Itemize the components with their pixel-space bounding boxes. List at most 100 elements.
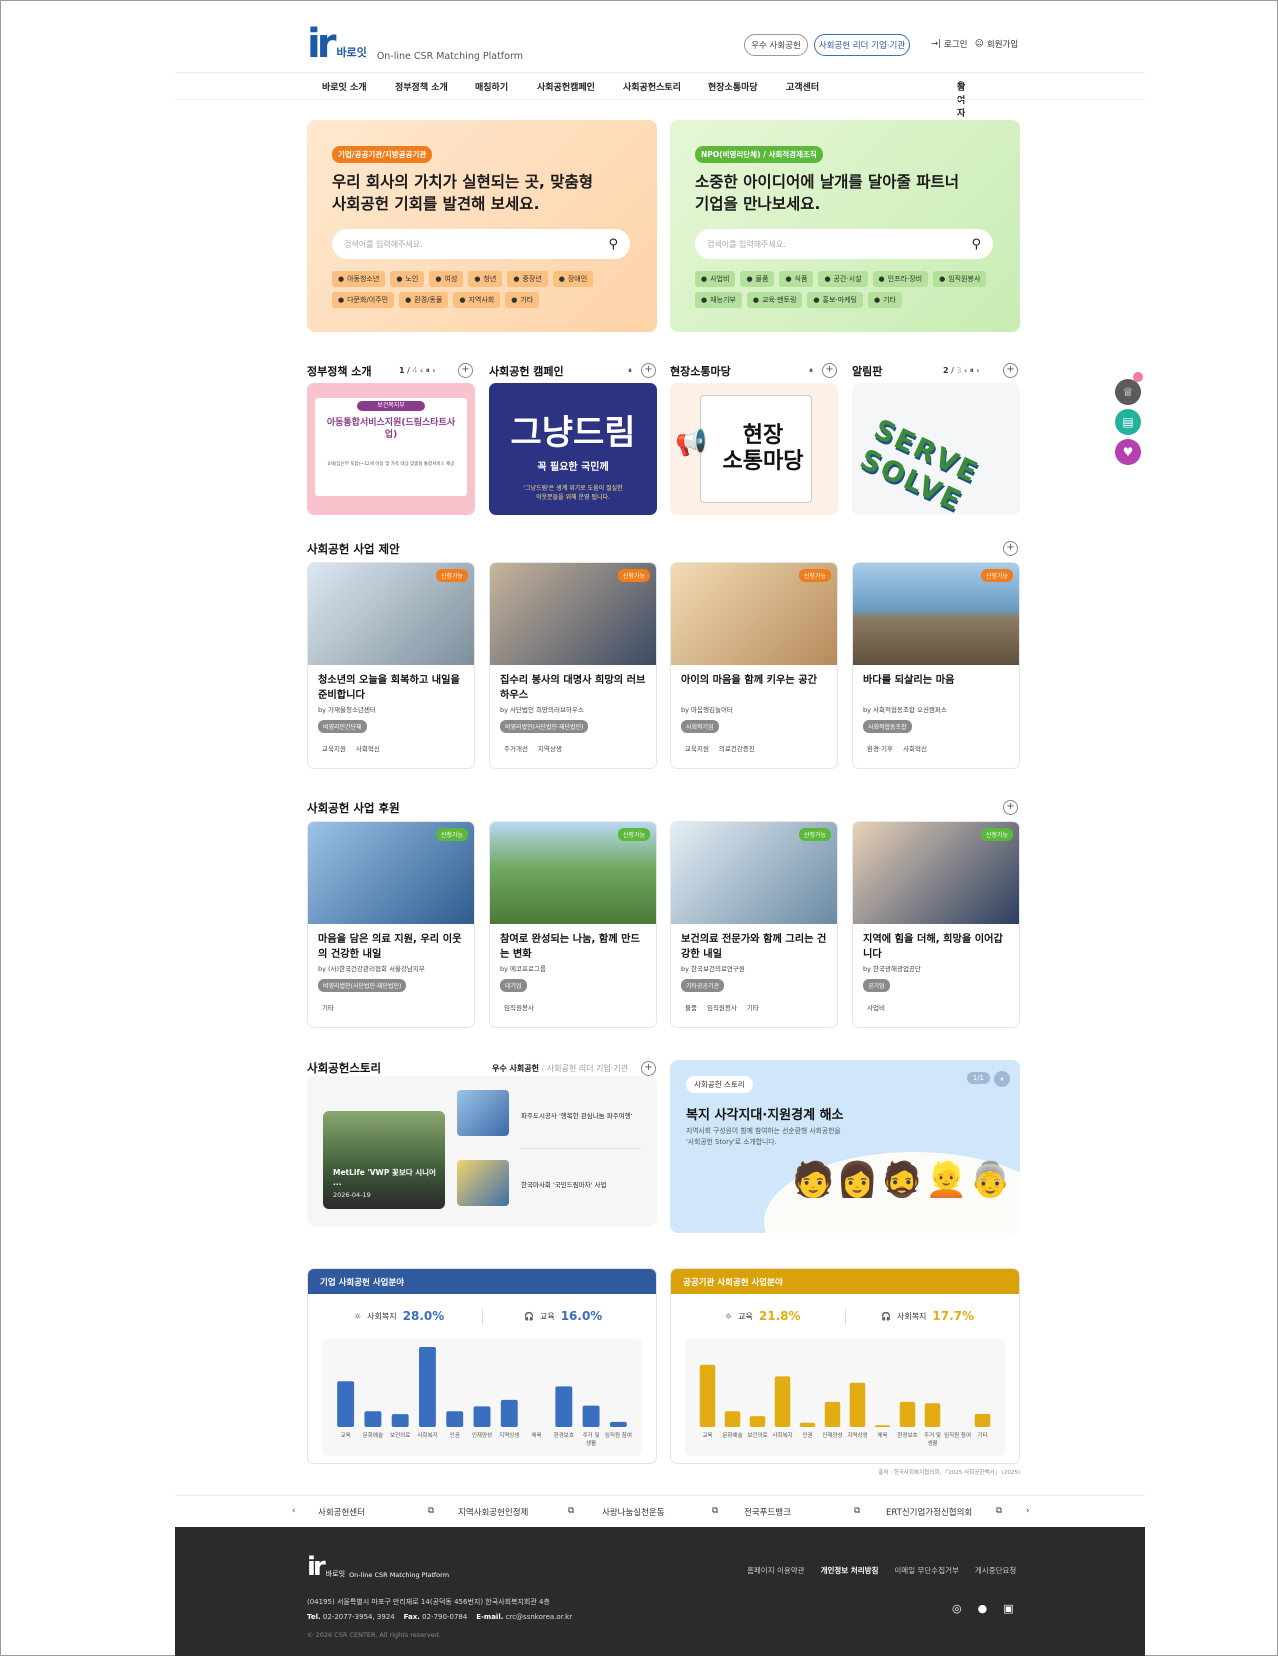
chip-community[interactable]: ● 지역사회 bbox=[453, 292, 501, 308]
chip-mentoring[interactable]: ● 교육·멘토링 bbox=[746, 292, 803, 308]
chat-icon[interactable]: ▣ bbox=[1003, 1602, 1013, 1615]
story-thumb[interactable] bbox=[457, 1160, 509, 1206]
site-logo[interactable]: ir 바로잇 On-line CSR Matching Platform bbox=[307, 24, 523, 64]
story-banner[interactable]: 사회공헌 스토리 1/1 ⏸ 복지 사각지대·지원경계 해소 지역사회 구성원이… bbox=[670, 1060, 1020, 1233]
campaign-tile[interactable]: 그냥드림 꼭 필요한 국민께 '그냥드림'은 생계 위기로 도움이 절실한 이웃분… bbox=[489, 383, 657, 515]
campaign-pause-icon[interactable]: ⏸ bbox=[628, 366, 632, 376]
card-title: 청소년의 오늘을 회복하고 내일을 준비합니다 bbox=[318, 675, 460, 701]
chart-tick-label: 임직원 참여 bbox=[605, 1431, 632, 1439]
related-link[interactable]: ERT신기업가정신협의회 bbox=[886, 1506, 972, 1518]
story-main-image[interactable]: MetLife 'VWP 꽃보다 시니어 ... 2026-04-19 bbox=[323, 1111, 445, 1209]
chip-young-adult[interactable]: ● 청년 bbox=[468, 271, 503, 287]
external-link-icon[interactable]: ⧉ bbox=[854, 1506, 860, 1516]
related-link[interactable]: 전국푸드뱅크 bbox=[744, 1506, 791, 1518]
card-image: 신청가능 bbox=[490, 822, 656, 924]
campaign-more-button[interactable]: + bbox=[641, 363, 656, 378]
privacy-link[interactable]: 개인정보 처리방침 bbox=[821, 1565, 879, 1576]
external-link-icon[interactable]: ⧉ bbox=[712, 1506, 718, 1516]
pause-icon[interactable]: ⏸ bbox=[994, 1071, 1010, 1087]
external-link-icon[interactable]: ⧉ bbox=[996, 1506, 1002, 1516]
chip-talent[interactable]: ● 재능기부 bbox=[695, 292, 742, 308]
nav-item-story[interactable]: 사회공헌스토리 bbox=[623, 80, 681, 93]
policy-tile[interactable]: 보건복지부 아동통합서비스지원(드림스타트사업) 0세(임신부 포함)~12세 … bbox=[307, 383, 475, 515]
sponsor-card[interactable]: 신청가능 마음을 담은 의료 지원, 우리 이웃의 건강한 내일 by (사)한… bbox=[307, 821, 475, 1028]
sponsors-more-button[interactable]: + bbox=[1003, 800, 1018, 815]
chip-senior[interactable]: ● 노인 bbox=[390, 271, 425, 287]
chip-food[interactable]: ● 식품 bbox=[779, 271, 814, 287]
nav-item-forum[interactable]: 현장소통마당 bbox=[708, 80, 758, 93]
terms-link[interactable]: 홈페이지 이용약관 bbox=[747, 1565, 805, 1576]
nav-item-support[interactable]: 고객센터 bbox=[786, 80, 819, 93]
document-icon[interactable]: ▤ bbox=[1115, 409, 1141, 435]
next-arrow-icon[interactable]: › bbox=[1026, 1506, 1029, 1516]
story-more-button[interactable]: + bbox=[641, 1061, 656, 1076]
chart-tick-label: 임직원 참여 bbox=[944, 1431, 971, 1439]
sponsor-card[interactable]: 신청가능 지역에 힘을 더해, 희망을 이어갑니다 by 한국광해광업공단 공기… bbox=[852, 821, 1020, 1028]
search-icon[interactable]: ⚲ bbox=[608, 237, 618, 252]
search-input[interactable]: 검색어를 입력해주세요. ⚲ bbox=[695, 229, 993, 259]
forum-pause-icon[interactable]: ⏸ bbox=[809, 366, 813, 376]
notice-tile[interactable]: SERVE SOLVE bbox=[852, 383, 1020, 515]
tab-excellent[interactable]: 우수 사회공헌 bbox=[492, 1064, 539, 1073]
forum-more-button[interactable]: + bbox=[822, 363, 837, 378]
nav-item-matching[interactable]: 매칭하기 bbox=[475, 80, 508, 93]
status-badge: 신청가능 bbox=[617, 569, 650, 582]
trophy-icon[interactable]: ♕ bbox=[1115, 379, 1141, 405]
facebook-icon[interactable]: ● bbox=[978, 1602, 988, 1615]
prev-arrow-icon[interactable]: ‹ bbox=[292, 1506, 295, 1516]
proposals-more-button[interactable]: + bbox=[1003, 541, 1018, 556]
forum-tile[interactable]: 📢 현장 소통마당 bbox=[670, 383, 838, 515]
chip-funds[interactable]: ● 사업비 bbox=[695, 271, 736, 287]
card-title: 마음을 담은 의료 지원, 우리 이웃의 건강한 내일 bbox=[318, 934, 462, 960]
takedown-link[interactable]: 게시중단요청 bbox=[975, 1565, 1016, 1576]
org-type-badge: 공기업 bbox=[863, 979, 890, 992]
search-icon[interactable]: ⚲ bbox=[971, 237, 981, 252]
chip-marketing[interactable]: ● 홍보·마케팅 bbox=[807, 292, 863, 308]
proposal-card[interactable]: 신청가능 집수리 봉사의 대명사 희망의 러브하우스 by 사단법인 희망의러브… bbox=[489, 562, 657, 769]
proposal-card[interactable]: 신청가능 아이의 마음을 함께 키우는 공간 by 마음행김놀이터 사회적기업 … bbox=[670, 562, 838, 769]
card-author: by (사)한국건강관리협회 서울강남지부 bbox=[318, 965, 425, 973]
related-link[interactable]: 지역사회공헌인정제 bbox=[458, 1506, 528, 1518]
hand-heart-icon[interactable]: ♥ bbox=[1115, 439, 1141, 465]
story-list-item[interactable]: 파주도시공사 '행복한 관심나눔 파주여행' bbox=[521, 1110, 632, 1120]
related-link[interactable]: 사랑나눔실천운동 bbox=[602, 1506, 665, 1518]
tab-leader[interactable]: 사회공헌 리더 기업·기관 bbox=[547, 1064, 628, 1073]
org-type-badge: 사회적기업 bbox=[681, 720, 719, 733]
sponsor-card[interactable]: 신청가능 참여로 완성되는 나눔, 함께 만드는 변화 by 에코프로그룹 대기… bbox=[489, 821, 657, 1028]
chip-other[interactable]: ● 기타 bbox=[867, 292, 902, 308]
signup-link[interactable]: ☺ 회원가입 bbox=[975, 38, 1018, 50]
story-list-item[interactable]: 한국마사회 '국민드림마차' 사업 bbox=[521, 1179, 606, 1189]
chip-infra[interactable]: ● 인프라·장비 bbox=[872, 271, 929, 287]
chip-multicultural[interactable]: ● 다문화/이주민 bbox=[332, 292, 395, 308]
chart-tick-label: 사회복지 bbox=[772, 1431, 792, 1439]
leader-companies-button[interactable]: 사회공헌 리더 기업·기관 bbox=[814, 34, 910, 56]
login-link[interactable]: →| 로그인 bbox=[931, 38, 967, 50]
email-refusal-link[interactable]: 이메일 무단수집거부 bbox=[894, 1565, 958, 1576]
nav-item-policy[interactable]: 정부정책 소개 bbox=[395, 80, 448, 93]
chip-youth[interactable]: ● 아동청소년 bbox=[332, 271, 386, 287]
story-thumb[interactable] bbox=[457, 1090, 509, 1136]
nav-item-campaign[interactable]: 사회공헌캠페인 bbox=[537, 80, 595, 93]
campaign-content-title: 그냥드림 bbox=[510, 413, 636, 453]
instagram-icon[interactable]: ◎ bbox=[952, 1602, 962, 1615]
excellent-csr-button[interactable]: 우수 사회공헌 bbox=[744, 34, 808, 56]
related-link[interactable]: 사회공헌센터 bbox=[318, 1506, 365, 1518]
chip-disabled[interactable]: ● 장애인 bbox=[552, 271, 594, 287]
chip-volunteer[interactable]: ● 임직원봉사 bbox=[933, 271, 987, 287]
sponsor-card[interactable]: 신청가능 보건의료 전문가와 함께 그리는 건강한 내일 by 한국보건의료연구… bbox=[670, 821, 838, 1028]
chip-space[interactable]: ● 공간·시설 bbox=[818, 271, 868, 287]
chip-environment[interactable]: ● 환경/동물 bbox=[399, 292, 449, 308]
bulb-icon: ☼ bbox=[725, 1311, 733, 1321]
chip-goods[interactable]: ● 물품 bbox=[740, 271, 775, 287]
proposal-card[interactable]: 신청가능 바다를 되살리는 마음 by 사회적협동조합 오션캠퍼스 사회적협동조… bbox=[852, 562, 1020, 769]
search-input[interactable]: 검색어를 입력해주세요. ⚲ bbox=[332, 229, 630, 259]
policy-more-button[interactable]: + bbox=[458, 363, 473, 378]
chip-other[interactable]: ● 기타 bbox=[505, 292, 540, 308]
external-link-icon[interactable]: ⧉ bbox=[568, 1506, 574, 1516]
external-link-icon[interactable]: ⧉ bbox=[428, 1506, 434, 1516]
notice-more-button[interactable]: + bbox=[1003, 363, 1018, 378]
proposal-card[interactable]: 신청가능 청소년의 오늘을 회복하고 내일을 준비합니다 by 가재울청소년센터… bbox=[307, 562, 475, 769]
chip-women[interactable]: ● 여성 bbox=[429, 271, 464, 287]
nav-item-about[interactable]: 바로잇 소개 bbox=[322, 80, 367, 93]
chip-middle-aged[interactable]: ● 중장년 bbox=[507, 271, 548, 287]
